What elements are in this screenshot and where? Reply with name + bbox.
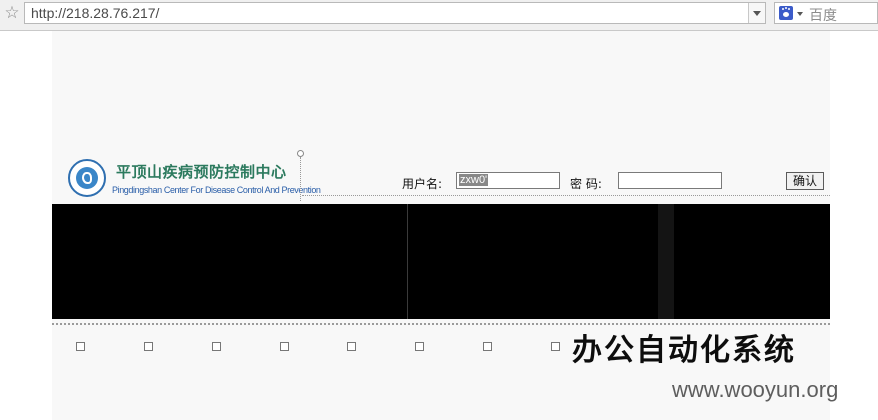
cdc-logo: 平顶山疾病预防控制中心 Pingdingshan Center For Dise…	[68, 157, 321, 203]
browser-window: ☆ http://218.28.76.217/ 百度 平顶山疾病预防控制中心 P…	[0, 0, 878, 420]
chevron-down-icon[interactable]	[797, 12, 803, 16]
baidu-paw-icon[interactable]	[779, 6, 793, 20]
address-dropdown-button[interactable]	[748, 3, 765, 23]
logo-chinese-title: 平顶山疾病预防控制中心	[116, 163, 287, 181]
banner-image	[52, 204, 830, 319]
broken-image-icon[interactable]	[415, 342, 424, 351]
web-page: 平顶山疾病预防控制中心 Pingdingshan Center For Dise…	[52, 31, 830, 420]
star-icon[interactable]: ☆	[2, 3, 22, 23]
username-value: zxw0'	[459, 174, 489, 186]
broken-image-icon[interactable]	[347, 342, 356, 351]
broken-image-icon[interactable]	[483, 342, 492, 351]
nav-placeholder-row	[76, 342, 576, 354]
address-url[interactable]: http://218.28.76.217/	[31, 5, 159, 21]
emblem-icon	[68, 159, 106, 197]
broken-image-icon[interactable]	[144, 342, 153, 351]
address-bar[interactable]: http://218.28.76.217/	[24, 2, 766, 24]
watermark: www.wooyun.org	[672, 377, 839, 402]
search-box[interactable]: 百度	[774, 2, 878, 24]
header-divider	[302, 195, 830, 197]
broken-image-icon[interactable]	[551, 342, 560, 351]
browser-toolbar: ☆ http://218.28.76.217/ 百度	[0, 0, 878, 31]
confirm-button[interactable]: 确认	[786, 172, 824, 190]
broken-image-icon[interactable]	[76, 342, 85, 351]
corner-circle-icon	[297, 150, 304, 157]
chevron-down-icon	[753, 11, 761, 16]
search-engine-placeholder[interactable]: 百度	[809, 5, 837, 25]
banner-separator	[407, 204, 408, 319]
logo-english-title: Pingdingshan Center For Disease Control …	[112, 185, 321, 195]
system-title: 办公自动化系统	[572, 333, 796, 368]
broken-image-icon[interactable]	[212, 342, 221, 351]
username-label: 用户名:	[402, 177, 443, 191]
login-form: 用户名: zxw0' 密 码: 确认	[402, 171, 824, 193]
username-input[interactable]: zxw0'	[456, 172, 560, 189]
password-label: 密 码:	[570, 177, 602, 191]
password-input[interactable]	[618, 172, 722, 189]
broken-image-icon[interactable]	[280, 342, 289, 351]
banner-strip	[658, 204, 674, 319]
